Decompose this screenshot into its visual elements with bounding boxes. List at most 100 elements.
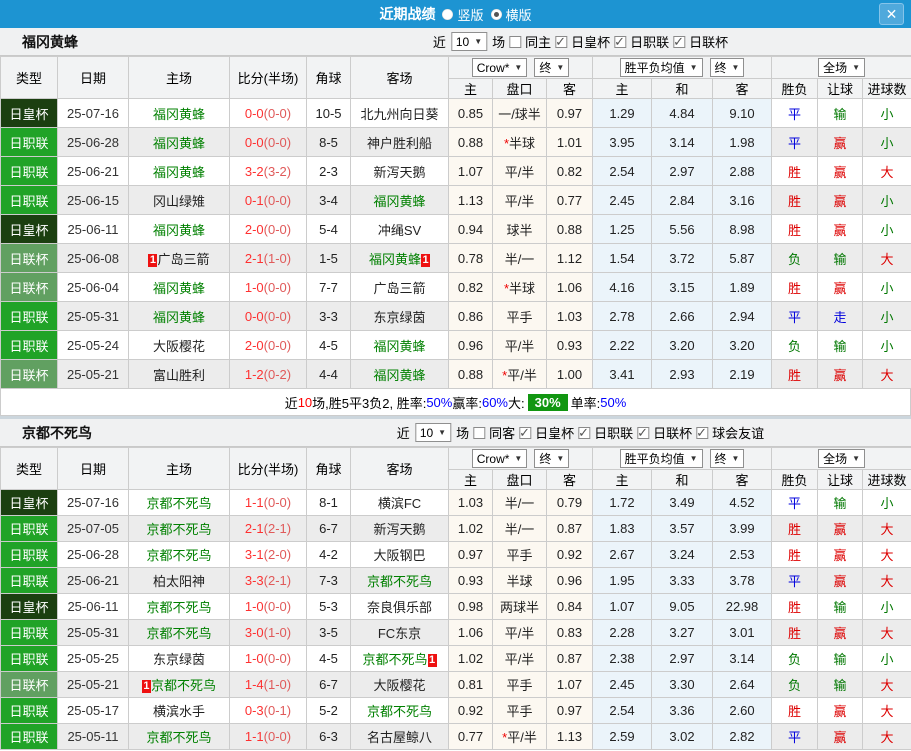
odds-stage-dropdown[interactable]: 终 ▼ <box>534 58 570 77</box>
team-name-text: 大阪钢巴 <box>373 548 426 563</box>
handicap-result-cell: 赢 <box>817 723 864 750</box>
team-name-text: 奈良俱乐部 <box>366 600 432 615</box>
odds-away-cell: 1.01 <box>546 127 593 157</box>
score-cell: 3-0(1-0) <box>229 619 307 646</box>
handicap-result-cell: 赢 <box>817 541 864 568</box>
same-venue-label[interactable]: 同主 <box>525 32 551 51</box>
league-checkbox-3[interactable] <box>696 425 709 441</box>
halftime-score: (0-0) <box>263 221 292 237</box>
layout-option-vertical-label[interactable]: 竖版 <box>457 5 483 24</box>
handicap-text: 半球 <box>509 280 536 296</box>
outcome-result-cell: 胜 <box>771 214 819 244</box>
odds-source-dropdown[interactable]: Crow* ▼ <box>471 449 528 468</box>
league-checkbox-label-0[interactable]: 日皇杯 <box>535 423 574 442</box>
league-checkbox-0[interactable] <box>555 34 568 50</box>
halftime-score: (0-2) <box>263 366 292 382</box>
column-header-odds-away: 客 <box>546 78 593 99</box>
fulltime-score: 0-0 <box>244 308 264 324</box>
recent-count-dropdown-value: 10 <box>455 34 470 49</box>
league-checkbox-label-2[interactable]: 日联杯 <box>689 32 728 51</box>
chevron-down-icon: ▼ <box>852 454 860 463</box>
date-cell: 25-06-28 <box>57 127 129 157</box>
table-row: 日职联 25-05-17 横滨水手 0-3(0-1) 5-2 京都不死鸟 0.92 平手 0.9… <box>0 697 911 724</box>
chevron-down-icon: ▼ <box>689 63 698 72</box>
date-cell: 25-07-16 <box>57 98 129 128</box>
avg-stage-dropdown[interactable]: 终 ▼ <box>709 449 745 468</box>
odds-handicap-cell: *半球 <box>492 272 547 302</box>
score-cell: 1-2(0-2) <box>229 359 307 389</box>
odds-handicap-cell: 两球半 <box>492 593 547 620</box>
avg-draw-cell: 2.66 <box>651 301 713 331</box>
home-team-cell: 东京绿茵 <box>128 645 230 672</box>
league-checkbox-1[interactable] <box>614 34 627 50</box>
chevron-down-icon: ▼ <box>556 63 565 72</box>
recent-count-dropdown[interactable]: 10 ▼ <box>450 32 488 51</box>
odds-handicap-cell: 平手 <box>492 541 547 568</box>
league-checkbox-label-1[interactable]: 日职联 <box>630 32 669 51</box>
avg-source-dropdown[interactable]: 胜平负均值 ▼ <box>619 449 703 468</box>
odds-home-cell: 1.07 <box>448 156 493 186</box>
fulltime-score: 0-0 <box>244 105 264 121</box>
odds-handicap-cell: 平/半 <box>492 156 547 186</box>
same-venue-checkbox[interactable] <box>509 35 522 48</box>
league-checkbox-2[interactable] <box>637 425 650 441</box>
chevron-down-icon: ▼ <box>731 63 740 72</box>
scope-dropdown[interactable]: 全场 ▼ <box>818 58 865 77</box>
scope-dropdown[interactable]: 全场 ▼ <box>818 449 865 468</box>
league-checkbox-1[interactable] <box>578 425 591 441</box>
match-type-cell: 日职联 <box>0 301 58 331</box>
same-venue-checkbox[interactable] <box>473 426 486 439</box>
odds-home-cell: 1.02 <box>448 645 493 672</box>
close-button[interactable]: ✕ <box>879 3 904 25</box>
league-checkbox-label-3[interactable]: 球会友谊 <box>712 423 764 442</box>
odds-source-dropdown[interactable]: Crow* ▼ <box>471 58 528 77</box>
league-checkbox-label-0[interactable]: 日皇杯 <box>571 32 610 51</box>
odds-away-cell: 0.92 <box>546 541 593 568</box>
team-name-text: 新泻天鹅 <box>373 522 426 537</box>
goals-result-cell: 小 <box>862 489 911 516</box>
recent-count-dropdown[interactable]: 10 ▼ <box>414 423 452 442</box>
layout-option-vertical[interactable]: 竖版 <box>442 5 484 24</box>
odds-away-cell: 0.79 <box>546 489 593 516</box>
score-cell: 2-1(1-0) <box>229 243 307 273</box>
fulltime-score: 1-1 <box>244 495 264 510</box>
goals-result-cell: 大 <box>862 541 911 568</box>
date-cell: 25-06-08 <box>57 243 129 273</box>
league-checkbox-0[interactable] <box>519 425 532 441</box>
corners-cell: 6-7 <box>306 515 351 542</box>
odds-home-cell: 0.93 <box>448 567 493 594</box>
corners-cell: 1-5 <box>306 243 351 273</box>
summary-part: 10 <box>297 394 313 410</box>
layout-option-horizontal-label[interactable]: 横版 <box>506 5 532 24</box>
match-type-cell: 日联杯 <box>0 272 58 302</box>
home-team-cell: 1京都不死鸟 <box>128 671 230 698</box>
halftime-score: (3-2) <box>263 163 292 179</box>
layout-option-horizontal[interactable]: 横版 <box>490 5 532 24</box>
avg-draw-cell: 3.33 <box>651 567 713 594</box>
handicap-text: 平/半 <box>504 652 535 667</box>
same-venue-label[interactable]: 同客 <box>489 423 515 442</box>
score-cell: 3-1(2-0) <box>229 541 307 568</box>
league-checkbox-label-2[interactable]: 日联杯 <box>653 423 692 442</box>
recent-label: 近 <box>396 426 410 441</box>
avg-stage-dropdown[interactable]: 终 ▼ <box>709 58 745 77</box>
radio-unselected-icon[interactable] <box>442 8 454 20</box>
odds-away-cell: 0.97 <box>546 98 593 128</box>
team-name-text: 冲绳SV <box>377 222 422 238</box>
league-checkbox-2[interactable] <box>673 34 686 50</box>
corners-cell: 5-4 <box>306 214 351 244</box>
team-name-text: 神户胜利船 <box>366 135 432 151</box>
team-name-text: 冈山绿雉 <box>152 193 205 209</box>
odds-stage-dropdown[interactable]: 终 ▼ <box>534 449 570 468</box>
match-type-cell: 日职联 <box>0 156 58 186</box>
radio-selected-icon[interactable] <box>490 8 502 20</box>
away-team-cell: 横滨FC <box>350 489 449 516</box>
avg-away-cell: 2.82 <box>711 723 773 750</box>
result-group-header: 全场 ▼ <box>771 447 911 470</box>
table-row: 日职联 25-05-25 东京绿茵 1-0(0-0) 4-5 京都不死鸟1 1.02 平/半 0… <box>0 645 911 672</box>
handicap-result-cell: 输 <box>817 98 864 128</box>
odds-handicap-cell: 平手 <box>492 697 547 724</box>
league-checkbox-label-1[interactable]: 日职联 <box>594 423 633 442</box>
avg-source-dropdown[interactable]: 胜平负均值 ▼ <box>619 58 703 77</box>
odds-away-cell: 0.82 <box>546 156 593 186</box>
